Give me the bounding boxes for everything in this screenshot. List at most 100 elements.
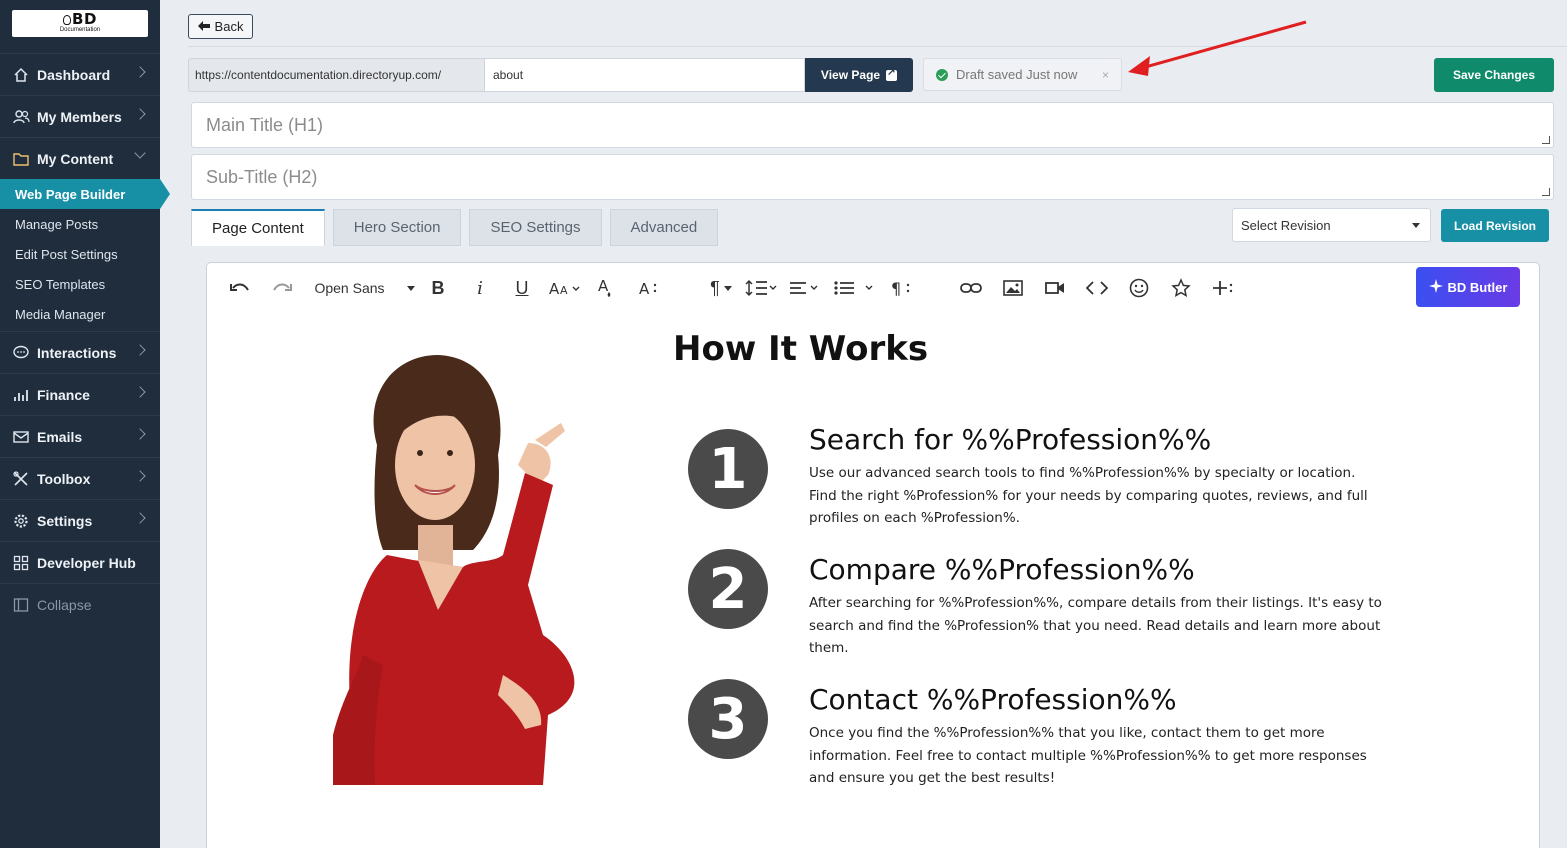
italic-icon[interactable]: i — [470, 277, 490, 299]
divider — [188, 46, 1567, 47]
view-page-button[interactable]: View Page — [805, 58, 913, 92]
chevron-right-icon — [134, 428, 146, 440]
paragraph-format-icon[interactable]: ¶ — [705, 277, 737, 299]
bd-butler-label: BD Butler — [1447, 279, 1508, 295]
back-button[interactable]: Back — [188, 14, 253, 39]
svg-text:¶: ¶ — [891, 280, 901, 296]
sidebar-item-toolbox[interactable]: Toolbox — [0, 457, 160, 499]
sub-title-field[interactable]: Sub-Title (H2) — [191, 154, 1554, 200]
select-revision-dropdown[interactable]: Select Revision — [1232, 208, 1431, 242]
sidebar-item-label: Emails — [37, 428, 83, 445]
collapse-icon — [12, 596, 30, 614]
load-revision-button[interactable]: Load Revision — [1441, 209, 1549, 242]
step-number-badge: 2 — [688, 549, 768, 629]
sidebar-item-seo-templates[interactable]: SEO Templates — [0, 269, 160, 299]
caret-down-icon — [406, 285, 415, 291]
emoticon-icon[interactable] — [1128, 277, 1150, 299]
resize-handle-icon[interactable] — [1542, 188, 1550, 196]
svg-text:A: A — [549, 280, 560, 296]
sub-nav-my-content: Web Page Builder Manage Posts Edit Post … — [0, 179, 170, 331]
step-text: Once you find the %%Profession%% that yo… — [809, 725, 1367, 786]
content-heading: How It Works — [673, 329, 929, 369]
editor-tabs: Page Content Hero Section SEO Settings A… — [191, 209, 719, 246]
image-icon[interactable] — [1002, 277, 1024, 299]
caret-down-icon — [1412, 223, 1420, 228]
sidebar-item-edit-post-settings[interactable]: Edit Post Settings — [0, 239, 160, 269]
tab-seo-settings[interactable]: SEO Settings — [469, 209, 602, 246]
sidebar-item-manage-posts[interactable]: Manage Posts — [0, 209, 160, 239]
back-arrow-icon — [197, 19, 210, 34]
annotation-arrow — [1128, 20, 1307, 76]
font-family-dropdown[interactable]: Open Sans — [312, 277, 417, 299]
sidebar-item-settings[interactable]: Settings — [0, 499, 160, 541]
content-editor: Open Sans B i U AA A A ¶ ¶ BD Butler How… — [206, 262, 1540, 848]
sidebar-item-dashboard[interactable]: Dashboard — [0, 53, 160, 95]
chevron-down-icon — [134, 147, 146, 159]
link-icon[interactable] — [959, 277, 983, 299]
envelope-icon — [12, 428, 30, 446]
video-icon[interactable] — [1044, 277, 1066, 299]
bold-icon[interactable]: B — [428, 277, 448, 299]
step-1: 1 Search for %%Profession%% Use our adva… — [688, 423, 1388, 539]
redo-icon[interactable] — [271, 277, 293, 299]
sidebar-item-label: Collapse — [37, 596, 92, 613]
underline-icon[interactable]: U — [512, 277, 532, 299]
sidebar-item-label: Toolbox — [37, 470, 91, 487]
main-title-field[interactable]: Main Title (H1) — [191, 102, 1554, 148]
resize-handle-icon[interactable] — [1542, 136, 1550, 144]
chevron-right-icon — [134, 108, 146, 120]
step-text: Use our advanced search tools to find %%… — [809, 465, 1368, 526]
sidebar-item-label: Dashboard — [37, 66, 111, 83]
undo-icon[interactable] — [229, 277, 251, 299]
tab-page-content[interactable]: Page Content — [191, 209, 325, 246]
step-2: 2 Compare %%Profession%% After searching… — [688, 549, 1388, 659]
align-icon[interactable] — [788, 277, 822, 299]
sidebar-collapse[interactable]: Collapse — [0, 583, 160, 625]
sidebar-item-finance[interactable]: Finance — [0, 373, 160, 415]
sparkle-icon — [1428, 278, 1443, 296]
page-slug-input[interactable] — [484, 58, 805, 92]
font-options-icon[interactable]: A — [638, 277, 660, 299]
sidebar-item-media-manager[interactable]: Media Manager — [0, 299, 160, 329]
back-label: Back — [214, 19, 244, 34]
draft-status-text: Draft saved Just now — [956, 67, 1078, 82]
step-number-badge: 1 — [688, 429, 768, 509]
chat-icon — [12, 344, 30, 362]
chevron-right-icon — [134, 344, 146, 356]
sidebar-item-interactions[interactable]: Interactions — [0, 331, 160, 373]
step-heading: Compare %%Profession%% — [809, 553, 1195, 586]
select-revision-label: Select Revision — [1241, 217, 1331, 233]
chevron-right-icon — [134, 512, 146, 524]
logo[interactable]: BD Documentation — [12, 10, 148, 37]
grid-icon — [12, 554, 30, 572]
line-height-icon[interactable] — [744, 277, 780, 299]
bullet-list-icon[interactable] — [833, 277, 877, 299]
sidebar-item-label: My Members — [37, 108, 122, 125]
star-icon[interactable] — [1170, 277, 1192, 299]
more-options-icon[interactable] — [1212, 277, 1236, 299]
sidebar-item-developer-hub[interactable]: Developer Hub — [0, 541, 160, 583]
sidebar-item-label: My Content — [37, 150, 114, 167]
tab-advanced[interactable]: Advanced — [609, 209, 719, 246]
sidebar-item-web-page-builder[interactable]: Web Page Builder — [0, 179, 170, 209]
text-color-icon[interactable]: A — [595, 277, 617, 299]
check-circle-icon — [936, 68, 948, 81]
sidebar-item-my-members[interactable]: My Members — [0, 95, 160, 137]
bd-butler-button[interactable]: BD Butler — [1416, 267, 1520, 307]
external-link-icon — [886, 67, 898, 81]
sidebar-nav: Dashboard My Members My Content Web Page… — [0, 53, 170, 625]
paragraph-options-icon[interactable]: ¶ — [890, 277, 914, 299]
bulb-icon — [63, 15, 72, 25]
sidebar-item-my-content[interactable]: My Content — [0, 137, 160, 179]
font-size-icon[interactable]: AA — [548, 277, 584, 299]
save-changes-button[interactable]: Save Changes — [1434, 58, 1554, 92]
bar-chart-icon — [12, 386, 30, 404]
code-view-icon[interactable] — [1085, 277, 1109, 299]
tab-hero-section[interactable]: Hero Section — [332, 209, 462, 246]
sidebar-item-emails[interactable]: Emails — [0, 415, 160, 457]
woman-pointing-image — [333, 355, 575, 785]
gear-icon — [12, 512, 30, 530]
close-icon[interactable]: × — [1102, 68, 1109, 82]
sidebar-item-label: Settings — [37, 512, 93, 529]
chevron-right-icon — [134, 66, 146, 78]
